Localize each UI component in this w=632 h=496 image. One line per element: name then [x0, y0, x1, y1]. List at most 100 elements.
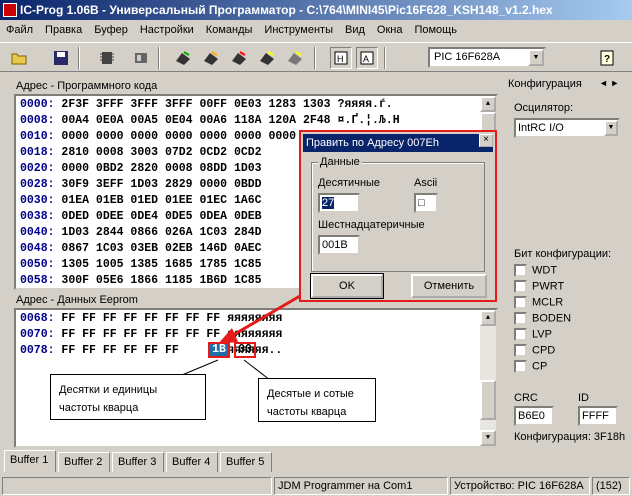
help-icon[interactable]: ?: [596, 47, 618, 69]
toolbar-separator: [314, 47, 316, 69]
menu-file[interactable]: Файл: [0, 24, 39, 36]
eeprom-row[interactable]: 0070: FF FF FF FF FF FF FF FF яяяяяяяя: [20, 328, 282, 341]
chevron-down-icon[interactable]: ▼: [528, 49, 544, 66]
tab-buffer-2[interactable]: Buffer 2: [58, 452, 110, 472]
decimal-field[interactable]: 27: [318, 193, 360, 213]
scroll-up-icon[interactable]: ▲: [480, 96, 496, 112]
checkbox-lvp[interactable]: LVP: [514, 328, 552, 342]
view-hex-icon[interactable]: H: [330, 47, 352, 69]
toolbar-separator: [158, 47, 160, 69]
scroll-down-icon[interactable]: ▼: [480, 430, 496, 446]
data-group: Данные Десятичные Ascii 27 □ Шестнадцате…: [311, 156, 485, 272]
view-tool-icon[interactable]: [284, 47, 306, 69]
code-row[interactable]: 0000: 2F3F 3FFF 3FFF 3FFF 00FF 0E03 1283…: [20, 98, 393, 111]
menu-settings[interactable]: Настройки: [134, 24, 200, 36]
blank-check-icon[interactable]: [256, 47, 278, 69]
row-address: 0050:: [20, 258, 55, 271]
tab-buffer-3[interactable]: Buffer 3: [112, 452, 164, 472]
code-row[interactable]: 0038: 0DED 0DEE 0DE4 0DE5 0DEA 0DEB: [20, 210, 268, 223]
verify-chip-icon[interactable]: [200, 47, 222, 69]
row-address: 0000:: [20, 98, 55, 111]
row-address: 0070:: [20, 328, 55, 341]
erase-chip-icon[interactable]: [228, 47, 250, 69]
edit-address-dialog: Править по Адресу 007Eh × Данные Десятич…: [299, 130, 497, 302]
menu-view[interactable]: Вид: [339, 24, 371, 36]
hex-field[interactable]: 001B: [318, 235, 360, 255]
ok-button[interactable]: OK: [310, 273, 384, 299]
row-ascii: ?яяяя.ѓ.: [337, 98, 393, 111]
scroll-thumb[interactable]: [480, 380, 496, 420]
id-field[interactable]: FFFF: [578, 406, 618, 426]
row-address: 0028:: [20, 178, 55, 191]
oscillator-value: IntRC I/O: [518, 122, 564, 134]
chevron-down-icon[interactable]: ▼: [604, 120, 618, 136]
chip-config-icon[interactable]: [130, 47, 152, 69]
config-word: Конфигурация: 3F18h: [514, 431, 626, 443]
checkbox-boden[interactable]: BODEN: [514, 312, 571, 326]
title-bar: IC-Prog 1.06B - Универсальный Программат…: [0, 0, 632, 20]
view-asm-icon[interactable]: A: [356, 47, 378, 69]
save-icon[interactable]: [50, 47, 72, 69]
row-address: 0040:: [20, 226, 55, 239]
code-row[interactable]: 0040: 1D03 2844 0866 026A 1C03 284D: [20, 226, 268, 239]
code-row[interactable]: 0050: 1305 1005 1385 1685 1785 1C85: [20, 258, 268, 271]
row-ascii: ¤.Ґ.¦.Љ.H: [337, 114, 400, 127]
row-address: 0048:: [20, 242, 55, 255]
code-row[interactable]: 0048: 0867 1C03 03EB 02EB 146D 0AEC: [20, 242, 268, 255]
svg-text:A: A: [363, 54, 369, 64]
checkbox-mclr[interactable]: MCLR: [514, 296, 563, 310]
tab-buffer-4[interactable]: Buffer 4: [166, 452, 218, 472]
decimal-label: Десятичные: [318, 177, 381, 189]
row-data: 0DED 0DEE 0DE4 0DE5 0DEA 0DEB: [61, 210, 262, 223]
eeprom-row[interactable]: 0068: FF FF FF FF FF FF FF FF яяяяяяяя: [20, 312, 282, 325]
tab-buffer-1[interactable]: Buffer 1: [4, 450, 56, 472]
row-address: 0018:: [20, 146, 55, 159]
device-select[interactable]: PIC 16F628A ▼: [428, 47, 546, 68]
checkbox-cpd[interactable]: CPD: [514, 344, 555, 358]
oscillator-select[interactable]: IntRC I/O ▼: [514, 118, 620, 138]
tab-buffer-5[interactable]: Buffer 5: [220, 452, 272, 472]
code-row[interactable]: 0008: 00A4 0E0A 00A5 0E04 00A6 118A 120A…: [20, 114, 400, 127]
ascii-field[interactable]: □: [414, 193, 438, 213]
svg-text:H: H: [337, 54, 344, 64]
menu-commands[interactable]: Команды: [200, 24, 259, 36]
config-tab[interactable]: Конфигурация: [508, 78, 582, 90]
menu-tools[interactable]: Инструменты: [258, 24, 339, 36]
code-row[interactable]: 0030: 01EA 01EB 01ED 01EE 01EC 1A6C: [20, 194, 268, 207]
row-data: 01EA 01EB 01ED 01EE 01EC 1A6C: [61, 194, 262, 207]
row-data: 30F9 3EFF 1D03 2829 0000 0BDD: [61, 178, 262, 191]
callout-tens: Десятки и единицы частоты кварца: [50, 374, 206, 420]
eeprom-byte-tens[interactable]: 1B: [208, 342, 230, 358]
checkbox-pwrt[interactable]: PWRT: [514, 280, 564, 294]
cancel-button[interactable]: Отменить: [411, 274, 487, 298]
code-row[interactable]: 0018: 2810 0008 3003 07D2 0CD2 0CD2: [20, 146, 268, 159]
dialog-title: Править по Адресу 007Eh: [303, 134, 493, 152]
close-icon[interactable]: ×: [479, 134, 493, 147]
menu-help[interactable]: Помощь: [408, 24, 463, 36]
row-address: 0058:: [20, 274, 55, 287]
menu-window[interactable]: Окна: [371, 24, 409, 36]
program-chip-icon[interactable]: [172, 47, 194, 69]
device-select-value: PIC 16F628A: [434, 51, 501, 63]
code-row[interactable]: 0010: 0000 0000 0000 0000 0000 0000 0000…: [20, 130, 337, 143]
code-row[interactable]: 0028: 30F9 3EFF 1D03 2829 0000 0BDD: [20, 178, 268, 191]
code-row[interactable]: 0058: 300F 05E6 1866 1185 1B6D 1C85: [20, 274, 268, 287]
code-row[interactable]: 0020: 0000 0BD2 2820 0008 08DD 1D03: [20, 162, 268, 175]
open-icon[interactable]: [8, 47, 30, 69]
menu-edit[interactable]: Правка: [39, 24, 88, 36]
menu-buffer[interactable]: Буфер: [88, 24, 134, 36]
row-address: 0008:: [20, 114, 55, 127]
eeprom-scrollbar[interactable]: ▲ ▼: [480, 310, 496, 446]
eeprom-byte-hundredths[interactable]: 00: [234, 342, 256, 358]
tab-scroll-arrows[interactable]: ◄ ►: [599, 78, 619, 88]
checkbox-wdt[interactable]: WDT: [514, 264, 557, 278]
config-bits-label: Бит конфигурации:: [514, 248, 612, 260]
row-data: FF FF FF FF FF FF FF FF: [61, 312, 221, 325]
scroll-up-icon[interactable]: ▲: [480, 310, 496, 326]
row-data: 0000 0BD2 2820 0008 08DD 1D03: [61, 162, 262, 175]
checkbox-cp[interactable]: CP: [514, 360, 547, 374]
config-panel: Конфигурация ◄ ► Осцилятор: IntRC I/O ▼ …: [503, 78, 630, 448]
eeprom-panel-header: Адрес - Данных Eeprom: [16, 294, 138, 306]
crc-field[interactable]: B6E0: [514, 406, 554, 426]
chip-read-icon[interactable]: [96, 47, 118, 69]
